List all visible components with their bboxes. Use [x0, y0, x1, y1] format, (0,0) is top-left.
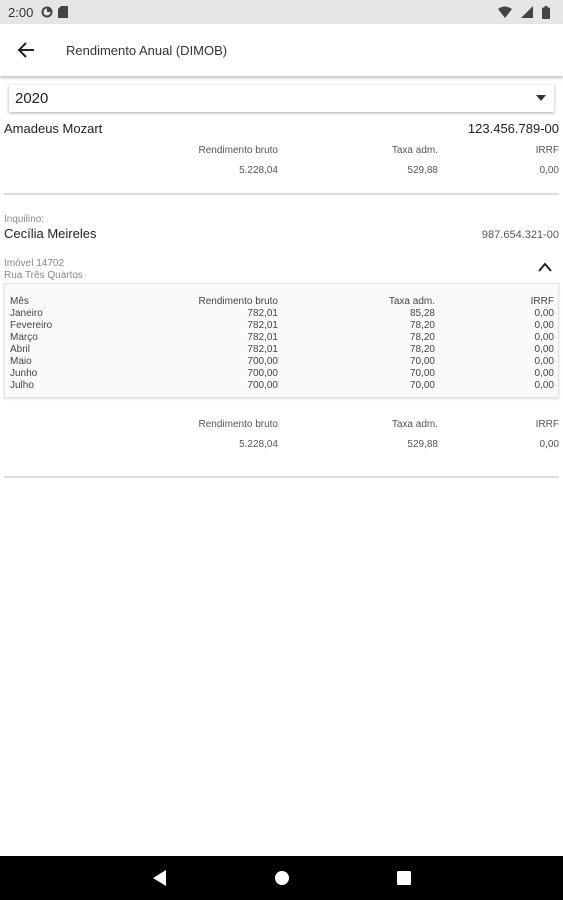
row-gross: 782,01 — [247, 320, 278, 331]
dropdown-arrow-icon — [536, 95, 546, 101]
row-fee: 70,00 — [409, 368, 435, 379]
row-gross: 782,01 — [247, 308, 278, 319]
divider — [4, 193, 559, 195]
summary-header-fee: Taxa adm. — [391, 145, 438, 156]
property-summary-headers: Rendimento bruto Taxa adm. IRRF — [0, 419, 563, 433]
summary-header-gross: Rendimento bruto — [198, 419, 279, 430]
property-summary-values: 5.228,04 529,88 0,00 — [0, 439, 563, 453]
row-month: Abril — [10, 344, 31, 355]
divider — [4, 476, 559, 478]
back-triangle-icon — [152, 870, 166, 886]
row-irrf: 0,00 — [534, 368, 554, 379]
row-month: Maio — [10, 356, 32, 367]
row-month: Janeiro — [10, 308, 43, 319]
row-month: Junho — [10, 368, 38, 379]
tenant-document: 987.654.321-00 — [481, 229, 559, 241]
status-bar: 2:00 — [0, 0, 563, 24]
table-row: Junho 700,00 70,00 0,00 — [5, 368, 560, 380]
row-gross: 700,00 — [247, 368, 278, 379]
row-gross: 782,01 — [247, 332, 278, 343]
summary-value-gross: 5.228,04 — [239, 439, 278, 450]
row-gross: 782,01 — [247, 344, 278, 355]
row-fee: 78,20 — [409, 344, 435, 355]
row-gross: 700,00 — [247, 380, 278, 391]
battery-icon — [542, 5, 550, 19]
summary-value-fee: 529,88 — [407, 165, 438, 176]
table-row: Maio 700,00 70,00 0,00 — [5, 356, 560, 368]
table-header-row: Mês Rendimento bruto Taxa adm. IRRF — [5, 296, 560, 308]
signal-icon — [521, 6, 533, 18]
page-title: Rendimento Anual (DIMOB) — [66, 42, 228, 58]
tenant-row: Cecília Meireles 987.654.321-00 — [4, 226, 559, 241]
app-bar: Rendimento Anual (DIMOB) — [0, 24, 563, 76]
report-content: 2020 Amadeus Mozart 123.456.789-00 Rendi… — [0, 76, 563, 856]
sd-card-icon — [58, 6, 69, 18]
row-month: Julho — [10, 380, 34, 391]
nav-home-button[interactable] — [270, 866, 294, 890]
row-irrf: 0,00 — [534, 320, 554, 331]
row-gross: 700,00 — [247, 356, 278, 367]
property-label: Imóvel 14702 — [4, 258, 65, 269]
table-row: Janeiro 782,01 85,28 0,00 — [5, 308, 560, 320]
collapse-chevron-up-icon[interactable] — [537, 261, 553, 273]
owner-row: Amadeus Mozart 123.456.789-00 — [4, 121, 559, 136]
owner-summary-headers: Rendimento bruto Taxa adm. IRRF — [0, 145, 563, 159]
row-fee: 70,00 — [409, 380, 435, 391]
year-select-value: 2020 — [15, 90, 49, 107]
summary-value-irrf: 0,00 — [539, 165, 559, 176]
home-circle-icon — [274, 871, 289, 885]
owner-summary-values: 5.228,04 529,88 0,00 — [0, 165, 563, 179]
col-header-month: Mês — [10, 296, 29, 307]
system-nav-bar — [0, 856, 563, 900]
nav-back-button[interactable] — [148, 866, 172, 890]
arrow-back-icon — [17, 42, 34, 58]
row-fee: 85,28 — [409, 308, 435, 319]
property-address: Rua Três Quartos — [4, 270, 83, 281]
summary-header-irrf: IRRF — [535, 145, 559, 156]
wifi-icon — [498, 6, 512, 18]
nav-recents-button[interactable] — [392, 866, 416, 890]
summary-header-irrf: IRRF — [535, 419, 559, 430]
sync-icon — [41, 6, 53, 18]
row-irrf: 0,00 — [534, 380, 554, 391]
col-header-fee: Taxa adm. — [388, 296, 435, 307]
summary-header-gross: Rendimento bruto — [198, 145, 279, 156]
row-month: Março — [10, 332, 38, 343]
owner-document: 123.456.789-00 — [467, 121, 559, 136]
row-irrf: 0,00 — [534, 308, 554, 319]
tenant-label: Inquilino: — [4, 214, 45, 225]
row-fee: 78,20 — [409, 332, 435, 343]
table-row: Abril 782,01 78,20 0,00 — [5, 344, 560, 356]
monthly-income-table: Mês Rendimento bruto Taxa adm. IRRF Jane… — [4, 283, 559, 398]
owner-name: Amadeus Mozart — [4, 121, 103, 136]
summary-value-fee: 529,88 — [407, 439, 438, 450]
tenant-name: Cecília Meireles — [4, 226, 97, 241]
col-header-gross: Rendimento bruto — [198, 296, 279, 307]
summary-header-fee: Taxa adm. — [391, 419, 438, 430]
year-select[interactable]: 2020 — [9, 85, 554, 112]
row-irrf: 0,00 — [534, 356, 554, 367]
table-row: Julho 700,00 70,00 0,00 — [5, 380, 560, 392]
col-header-irrf: IRRF — [530, 296, 554, 307]
recents-square-icon — [396, 871, 411, 885]
row-fee: 70,00 — [409, 356, 435, 367]
status-time: 2:00 — [8, 4, 34, 20]
summary-value-irrf: 0,00 — [539, 439, 559, 450]
row-irrf: 0,00 — [534, 344, 554, 355]
table-row: Março 782,01 78,20 0,00 — [5, 332, 560, 344]
summary-value-gross: 5.228,04 — [239, 165, 278, 176]
row-irrf: 0,00 — [534, 332, 554, 343]
back-button[interactable] — [0, 24, 54, 76]
table-row: Fevereiro 782,01 78,20 0,00 — [5, 320, 560, 332]
row-fee: 78,20 — [409, 320, 435, 331]
row-month: Fevereiro — [10, 320, 53, 331]
